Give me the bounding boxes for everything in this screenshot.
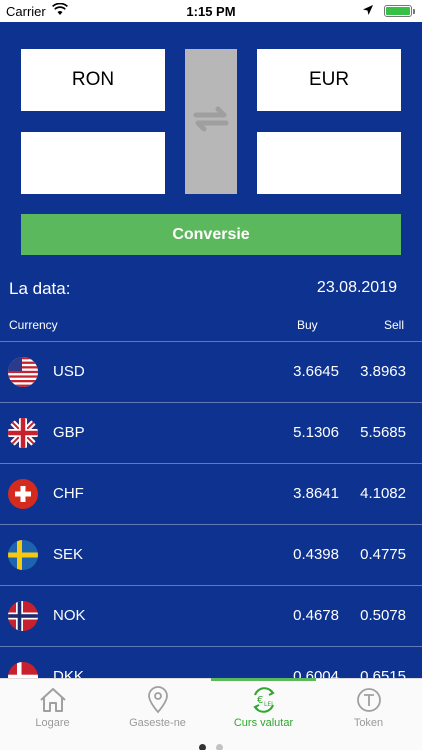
table-row[interactable]: USD 3.6645 3.8963 [0,342,422,403]
tab-label: Curs valutar [233,717,294,729]
page-dot [216,744,223,750]
currency-code: USD [53,363,85,380]
clock: 1:15 PM [186,4,236,19]
tab-token[interactable]: Token [316,685,421,735]
date-value: 23.08.2019 [316,279,397,296]
exchange-rates-list[interactable]: USD 3.6645 3.8963 GBP 5.1306 5.5685 CHF [0,341,422,678]
uk-flag-icon [8,418,38,448]
from-currency-selector[interactable]: RON [21,49,165,111]
battery-icon [384,5,415,17]
tab-label: Logare [35,717,70,729]
sell-rate: 3.8963 [360,363,406,380]
table-row[interactable]: CHF 3.8641 4.1082 [0,464,422,525]
currency-exchange-icon: € LEI [249,685,279,715]
sell-rate: 0.4775 [360,546,406,563]
sell-rate: 0.5078 [360,607,406,624]
status-bar: Carrier 1:15 PM [0,0,422,22]
tab-label: Gaseste-ne [129,717,186,729]
table-row[interactable]: DKK 0.6004 0.6515 [0,647,422,678]
from-currency-label: RON [71,69,115,90]
svg-text:LEI: LEI [264,701,273,708]
currency-code: NOK [53,607,86,624]
sell-rate: 5.5685 [360,424,406,441]
currency-code: SEK [53,546,84,563]
svg-text:€: € [257,695,263,706]
buy-rate: 0.4398 [293,546,339,563]
currency-code: DKK [53,668,84,678]
currency-code: GBP [53,424,85,441]
from-amount-input[interactable] [21,132,165,194]
to-currency-selector[interactable]: EUR [257,49,401,111]
date-label: La data: [9,279,71,298]
to-currency-label: EUR [308,69,350,90]
active-tab-indicator [211,678,316,681]
swiss-flag-icon [8,479,38,509]
to-amount-output[interactable] [257,132,401,194]
tab-label: Token [353,717,384,729]
swap-arrows-icon [186,102,236,141]
norway-flag-icon [8,601,38,631]
page-indicator [0,738,422,750]
table-row[interactable]: SEK 0.4398 0.4775 [0,525,422,586]
column-header-currency: Currency [9,318,58,332]
home-icon [38,685,68,715]
buy-rate: 0.6004 [293,668,339,678]
buy-rate: 3.6645 [293,363,339,380]
sell-rate: 0.6515 [360,668,406,678]
swap-currencies-button[interactable] [185,49,237,194]
location-pin-icon [143,685,173,715]
location-arrow-icon [362,4,374,19]
token-icon [354,685,384,715]
tab-gaseste-ne[interactable]: Gaseste-ne [105,685,210,735]
convert-button[interactable]: Conversie [21,214,401,255]
denmark-flag-icon [8,662,38,678]
buy-rate: 5.1306 [293,424,339,441]
page-dot-active [199,744,206,750]
sell-rate: 4.1082 [360,485,406,502]
tab-logare[interactable]: Logare [0,685,105,735]
buy-rate: 0.4678 [293,607,339,624]
buy-rate: 3.8641 [293,485,339,502]
us-flag-icon [8,357,38,387]
column-header-sell: Sell [384,318,405,332]
column-header-buy: Buy [297,318,318,332]
sweden-flag-icon [8,540,38,570]
table-row[interactable]: GBP 5.1306 5.5685 [0,403,422,464]
table-row[interactable]: NOK 0.4678 0.5078 [0,586,422,647]
tab-curs-valutar[interactable]: € LEI Curs valutar [211,685,316,735]
currency-code: CHF [53,485,84,502]
